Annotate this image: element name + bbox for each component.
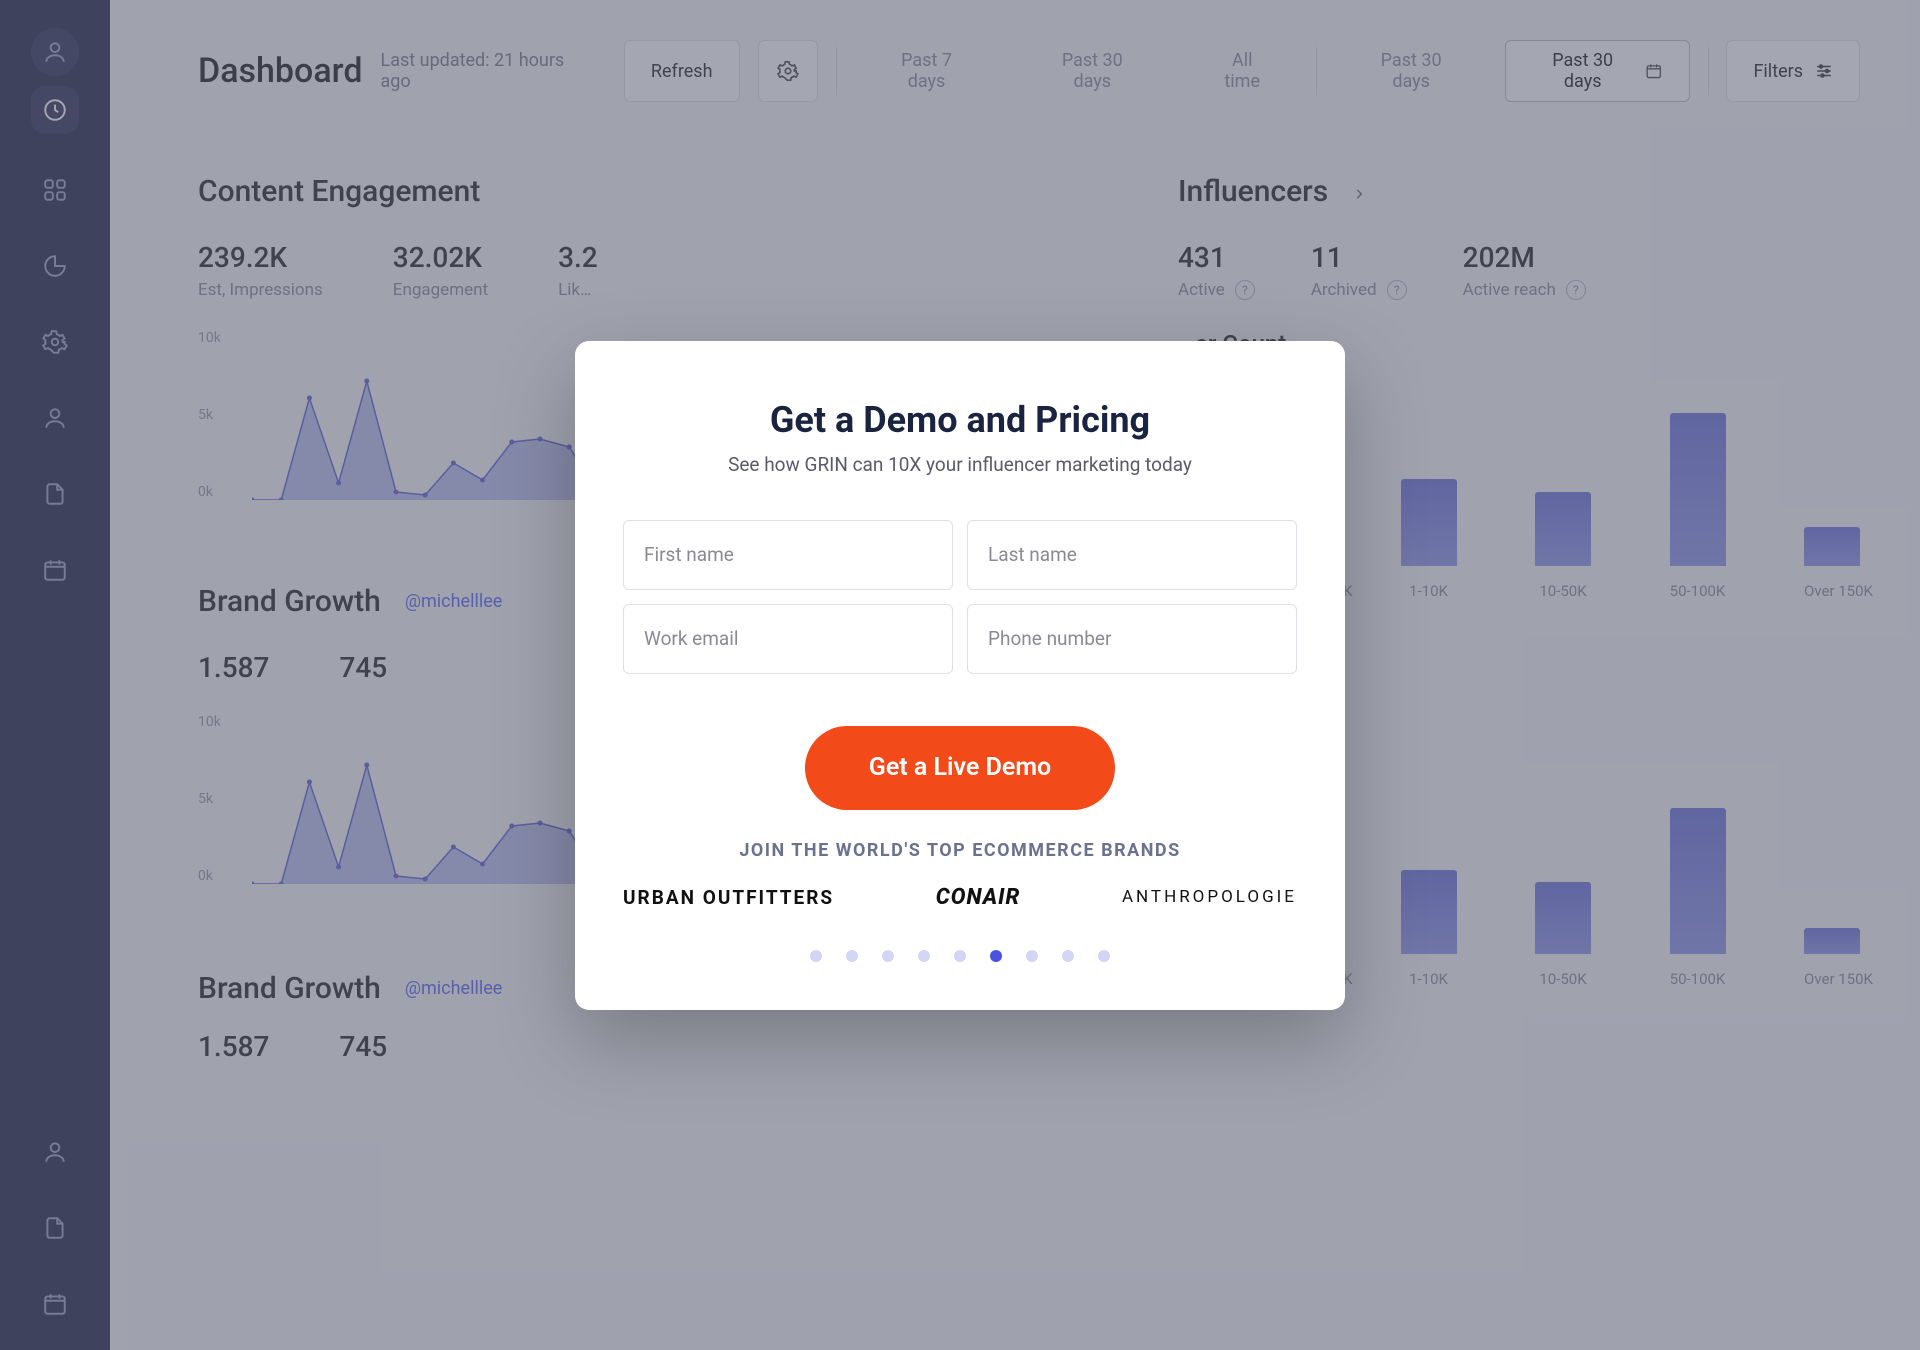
email-input[interactable] xyxy=(623,604,953,674)
carousel-dot[interactable] xyxy=(1062,950,1074,962)
carousel-dot[interactable] xyxy=(954,950,966,962)
carousel-dot[interactable] xyxy=(1098,950,1110,962)
last-name-input[interactable] xyxy=(967,520,1297,590)
demo-form xyxy=(623,520,1297,674)
carousel-dots xyxy=(623,950,1297,962)
logo-anthropologie: ANTHROPOLOGIE xyxy=(1122,887,1297,907)
carousel-dot[interactable] xyxy=(882,950,894,962)
phone-input[interactable] xyxy=(967,604,1297,674)
carousel-dot[interactable] xyxy=(846,950,858,962)
modal-title: Get a Demo and Pricing xyxy=(623,399,1297,441)
first-name-input[interactable] xyxy=(623,520,953,590)
carousel-dot[interactable] xyxy=(918,950,930,962)
demo-modal: Get a Demo and Pricing See how GRIN can … xyxy=(575,341,1345,1010)
carousel-dot-active[interactable] xyxy=(990,950,1002,962)
brand-logos: URBAN OUTFITTERS CONAIR ANTHROPOLOGIE xyxy=(623,885,1297,910)
modal-tagline: JOIN THE WORLD'S TOP ECOMMERCE BRANDS xyxy=(623,840,1297,861)
modal-overlay[interactable]: Get a Demo and Pricing See how GRIN can … xyxy=(0,0,1920,1350)
carousel-dot[interactable] xyxy=(1026,950,1038,962)
logo-conair: CONAIR xyxy=(936,885,1021,910)
get-demo-button[interactable]: Get a Live Demo xyxy=(805,726,1115,810)
logo-urban-outfitters: URBAN OUTFITTERS xyxy=(623,886,834,909)
carousel-dot[interactable] xyxy=(810,950,822,962)
modal-subtitle: See how GRIN can 10X your influencer mar… xyxy=(623,453,1297,476)
